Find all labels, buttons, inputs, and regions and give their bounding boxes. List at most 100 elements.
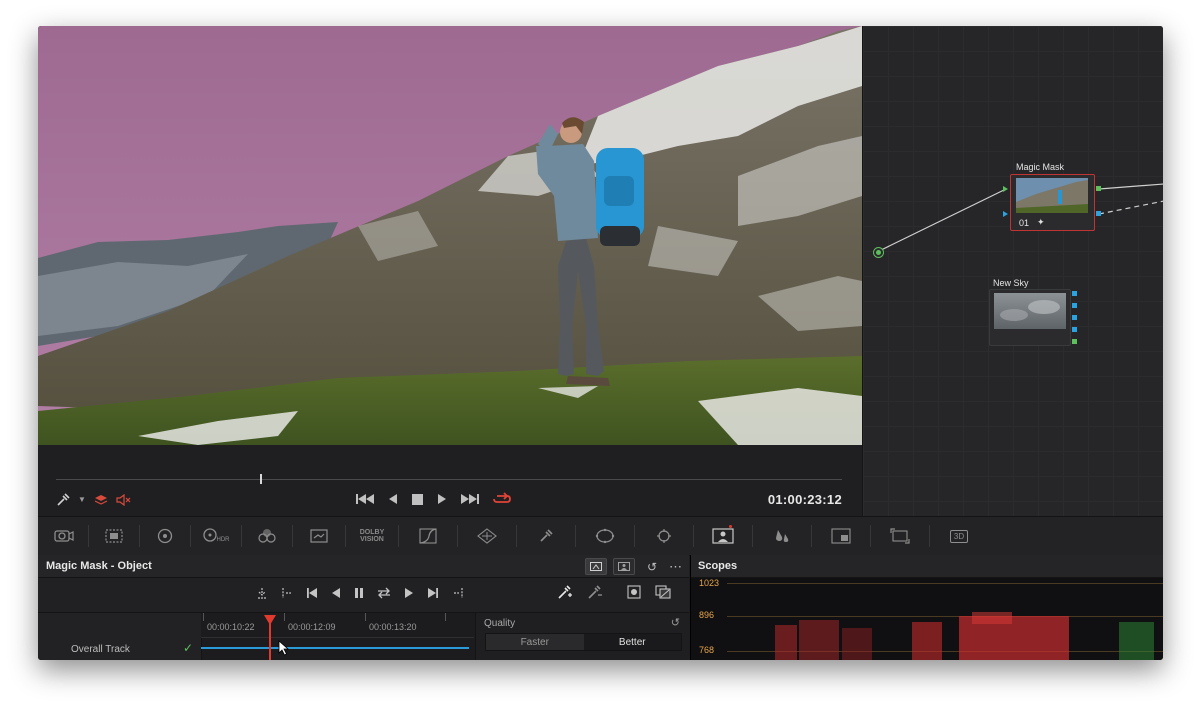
picker-icon[interactable]: [56, 493, 70, 507]
hdr-label: HDR: [216, 537, 230, 543]
magic-mask-palette-icon[interactable]: [694, 525, 753, 547]
new-sky-output-4[interactable]: [1072, 327, 1077, 332]
quality-reset-icon[interactable]: ↺: [671, 616, 680, 629]
ruler-tick: [284, 613, 285, 621]
track-reverse-icon[interactable]: [331, 587, 341, 602]
stroke-tools: [557, 585, 671, 602]
magic-mask-title: Magic Mask - Object: [46, 560, 152, 572]
quality-section: Quality ↺ Faster Better: [475, 613, 690, 660]
track-label-column: Overall Track ✓: [38, 613, 202, 660]
key-icon[interactable]: [812, 525, 871, 547]
rgb-mixer-icon[interactable]: [242, 525, 293, 547]
waveform-trace: [775, 612, 1154, 660]
skip-to-end-icon[interactable]: [461, 493, 479, 505]
window-icon[interactable]: [576, 525, 635, 547]
stereo-3d-label: 3D: [949, 529, 969, 543]
go-to-end-icon[interactable]: [427, 587, 439, 602]
subtract-stroke-icon[interactable]: [587, 585, 603, 602]
loop-icon[interactable]: [493, 492, 511, 506]
magic-mask-node[interactable]: 01 ✦: [1010, 174, 1095, 231]
tracker-icon[interactable]: [635, 525, 694, 547]
camera-raw-icon[interactable]: [38, 525, 89, 547]
quality-faster-option[interactable]: Faster: [486, 634, 584, 650]
layers-icon[interactable]: [94, 494, 108, 506]
stereo-3d-button[interactable]: 3D: [930, 525, 988, 547]
dolby-vision-button[interactable]: DOLBY VISION: [346, 525, 399, 547]
person-mode-button[interactable]: [612, 558, 635, 575]
scope-scale-label: 896: [699, 610, 715, 620]
ruler-tick: [365, 613, 366, 621]
quality-better-option[interactable]: Better: [583, 634, 681, 650]
color-warper-icon[interactable]: [458, 525, 517, 547]
scrub-bar[interactable]: [56, 479, 842, 480]
scopes-header: Scopes: [691, 555, 1163, 578]
magic-mask-wand-icon: ✦: [1037, 217, 1045, 227]
viewer[interactable]: [38, 26, 862, 445]
viewer-tools: ▼: [56, 492, 132, 508]
blur-icon[interactable]: [753, 525, 812, 547]
hdr-wheels-icon[interactable]: HDR: [191, 525, 242, 547]
node-graph[interactable]: Magic Mask 01 ✦ New Sky: [862, 26, 1163, 516]
stop-icon[interactable]: [412, 493, 423, 505]
new-sky-output-1[interactable]: [1072, 291, 1077, 296]
more-options-icon[interactable]: ⋯: [669, 560, 683, 573]
mute-icon[interactable]: [116, 494, 132, 506]
curves-icon[interactable]: [399, 525, 458, 547]
magic-mask-output-rgb[interactable]: [1096, 186, 1101, 191]
dolby-label-1: DOLBY: [359, 529, 385, 536]
track-forward-icon[interactable]: [404, 587, 414, 602]
new-sky-node-label: New Sky: [993, 278, 1029, 288]
overall-track-line: [201, 647, 469, 649]
dolby-label-2: VISION: [360, 536, 384, 543]
object-mode-button[interactable]: [584, 558, 607, 575]
new-sky-output-5[interactable]: [1072, 339, 1077, 344]
magic-mask-input-key[interactable]: [1003, 211, 1008, 217]
chevron-down-icon[interactable]: ▼: [78, 496, 86, 504]
playhead-handle[interactable]: [264, 615, 276, 625]
mouse-cursor-icon: [278, 640, 290, 660]
magic-mask-input-rgb[interactable]: [1003, 186, 1008, 192]
play-reverse-icon[interactable]: [388, 493, 398, 505]
overall-track-label: Overall Track: [71, 644, 130, 655]
ruler-label: 00:00:13:20: [369, 622, 417, 632]
play-icon[interactable]: [437, 493, 447, 505]
timeline-ruler[interactable]: 00:00:10:22 00:00:12:09 00:00:13:20: [201, 613, 474, 638]
sizing-icon[interactable]: [871, 525, 930, 547]
magic-mask-node-label: Magic Mask: [1016, 162, 1065, 172]
new-sky-output-2[interactable]: [1072, 303, 1077, 308]
track-controls: [256, 587, 464, 602]
quality-toggle: Faster Better: [485, 633, 682, 651]
mark-in-icon[interactable]: [281, 587, 293, 602]
new-sky-node[interactable]: [989, 289, 1071, 346]
show-overlay-icon[interactable]: [627, 585, 641, 602]
viewer-controls: ▼ 01:00:23:12: [38, 445, 862, 516]
ruler-tick: [203, 613, 204, 621]
magic-mask-output-key[interactable]: [1096, 211, 1101, 216]
magic-mask-header: Magic Mask - Object ↺ ⋯: [38, 555, 689, 578]
bidirectional-track-icon[interactable]: [377, 587, 391, 602]
motion-effects-icon[interactable]: [293, 525, 346, 547]
scope-scale-label: 768: [699, 645, 715, 655]
magic-mask-thumbnail: [1016, 178, 1088, 213]
new-sky-output-3[interactable]: [1072, 315, 1077, 320]
invert-mask-icon[interactable]: [655, 585, 671, 602]
pause-icon[interactable]: [354, 587, 364, 602]
magic-mask-panel: Magic Mask - Object ↺ ⋯ Overall Track ✓ …: [38, 555, 690, 660]
add-keyframe-icon[interactable]: [256, 587, 268, 602]
color-match-icon[interactable]: [89, 525, 140, 547]
reset-icon[interactable]: ↺: [647, 561, 657, 573]
add-stroke-icon[interactable]: [557, 585, 573, 602]
scope-gridline: [727, 583, 1163, 584]
track-toolbar: [38, 578, 689, 613]
skip-to-start-icon[interactable]: [356, 493, 374, 505]
ruler-label: 00:00:12:09: [288, 622, 336, 632]
color-wheels-icon[interactable]: [140, 525, 191, 547]
viewer-frame: [38, 26, 862, 445]
check-icon: ✓: [183, 641, 194, 655]
new-sky-thumbnail: [994, 293, 1066, 329]
mark-out-icon[interactable]: [452, 587, 464, 602]
go-to-start-icon[interactable]: [306, 587, 318, 602]
qualifier-icon[interactable]: [517, 525, 576, 547]
scrub-handle[interactable]: [260, 474, 262, 484]
davinci-window: ▼ 01:00:23:12 Magic Mask 01 ✦ New Sky HD…: [38, 26, 1163, 660]
